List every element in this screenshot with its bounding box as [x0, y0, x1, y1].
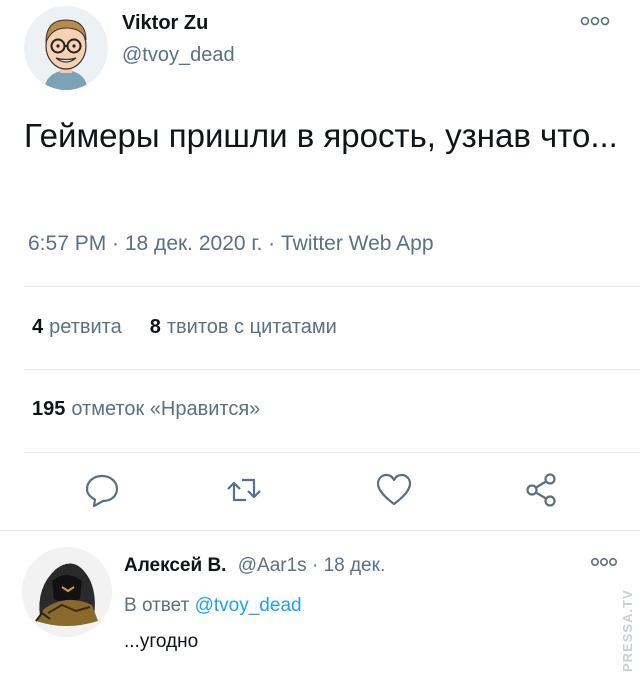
share-icon[interactable] [522, 470, 562, 510]
main-tweet: Viktor Zu @tvoy_dead Геймеры пришли в яр… [0, 0, 640, 520]
more-icon[interactable] [580, 14, 610, 32]
tweet-text: Геймеры пришли в ярость, узнав что... [24, 117, 618, 154]
quotes-label: твитов с цитатами [166, 316, 337, 338]
reply-to-line: В ответ @tvoy_dead [124, 595, 302, 617]
action-bar [0, 470, 640, 520]
author-name[interactable]: Viktor Zu [122, 12, 208, 35]
reply-icon[interactable] [82, 470, 122, 510]
reply-avatar[interactable] [22, 547, 112, 637]
watermark: PRESSA.TV [620, 589, 635, 672]
retweet-stats[interactable]: 4 ретвита 8 твитов с цитатами [32, 316, 337, 339]
reply-text: ...угодно [124, 631, 199, 652]
like-icon[interactable] [374, 470, 414, 510]
reply-date[interactable]: 18 дек. [324, 555, 386, 576]
hooded-figure-icon [22, 547, 112, 637]
separator-dot: · [311, 555, 319, 576]
divider [0, 530, 640, 531]
likes-label: отметок «Нравится» [71, 398, 261, 420]
reply-to-mention[interactable]: @tvoy_dead [195, 595, 302, 616]
likes-count: 195 [32, 398, 66, 420]
retweets-label: ретвита [49, 316, 122, 338]
more-icon[interactable] [590, 555, 618, 573]
reply-author-name[interactable]: Алексей В. [124, 555, 226, 576]
reply-to-label: В ответ [124, 595, 190, 616]
author-avatar[interactable] [24, 6, 108, 90]
reply-header: Алексей В. @Aar1s · 18 дек. [124, 555, 385, 577]
quotes-count: 8 [149, 316, 161, 338]
like-stats[interactable]: 195 отметок «Нравится» [32, 398, 260, 421]
tweet-meta[interactable]: 6:57 PM · 18 дек. 2020 г. · Twitter Web … [28, 232, 434, 256]
reply-tweet[interactable]: Алексей В. @Aar1s · 18 дек. В ответ @tvo… [0, 535, 640, 675]
retweets-count: 4 [32, 316, 44, 338]
cartoon-face-icon [24, 6, 108, 90]
author-handle[interactable]: @tvoy_dead [122, 44, 235, 67]
divider [24, 452, 640, 453]
divider [24, 286, 640, 287]
divider [24, 369, 640, 370]
retweet-icon[interactable] [224, 470, 264, 510]
reply-author-handle[interactable]: @Aar1s [238, 555, 307, 576]
